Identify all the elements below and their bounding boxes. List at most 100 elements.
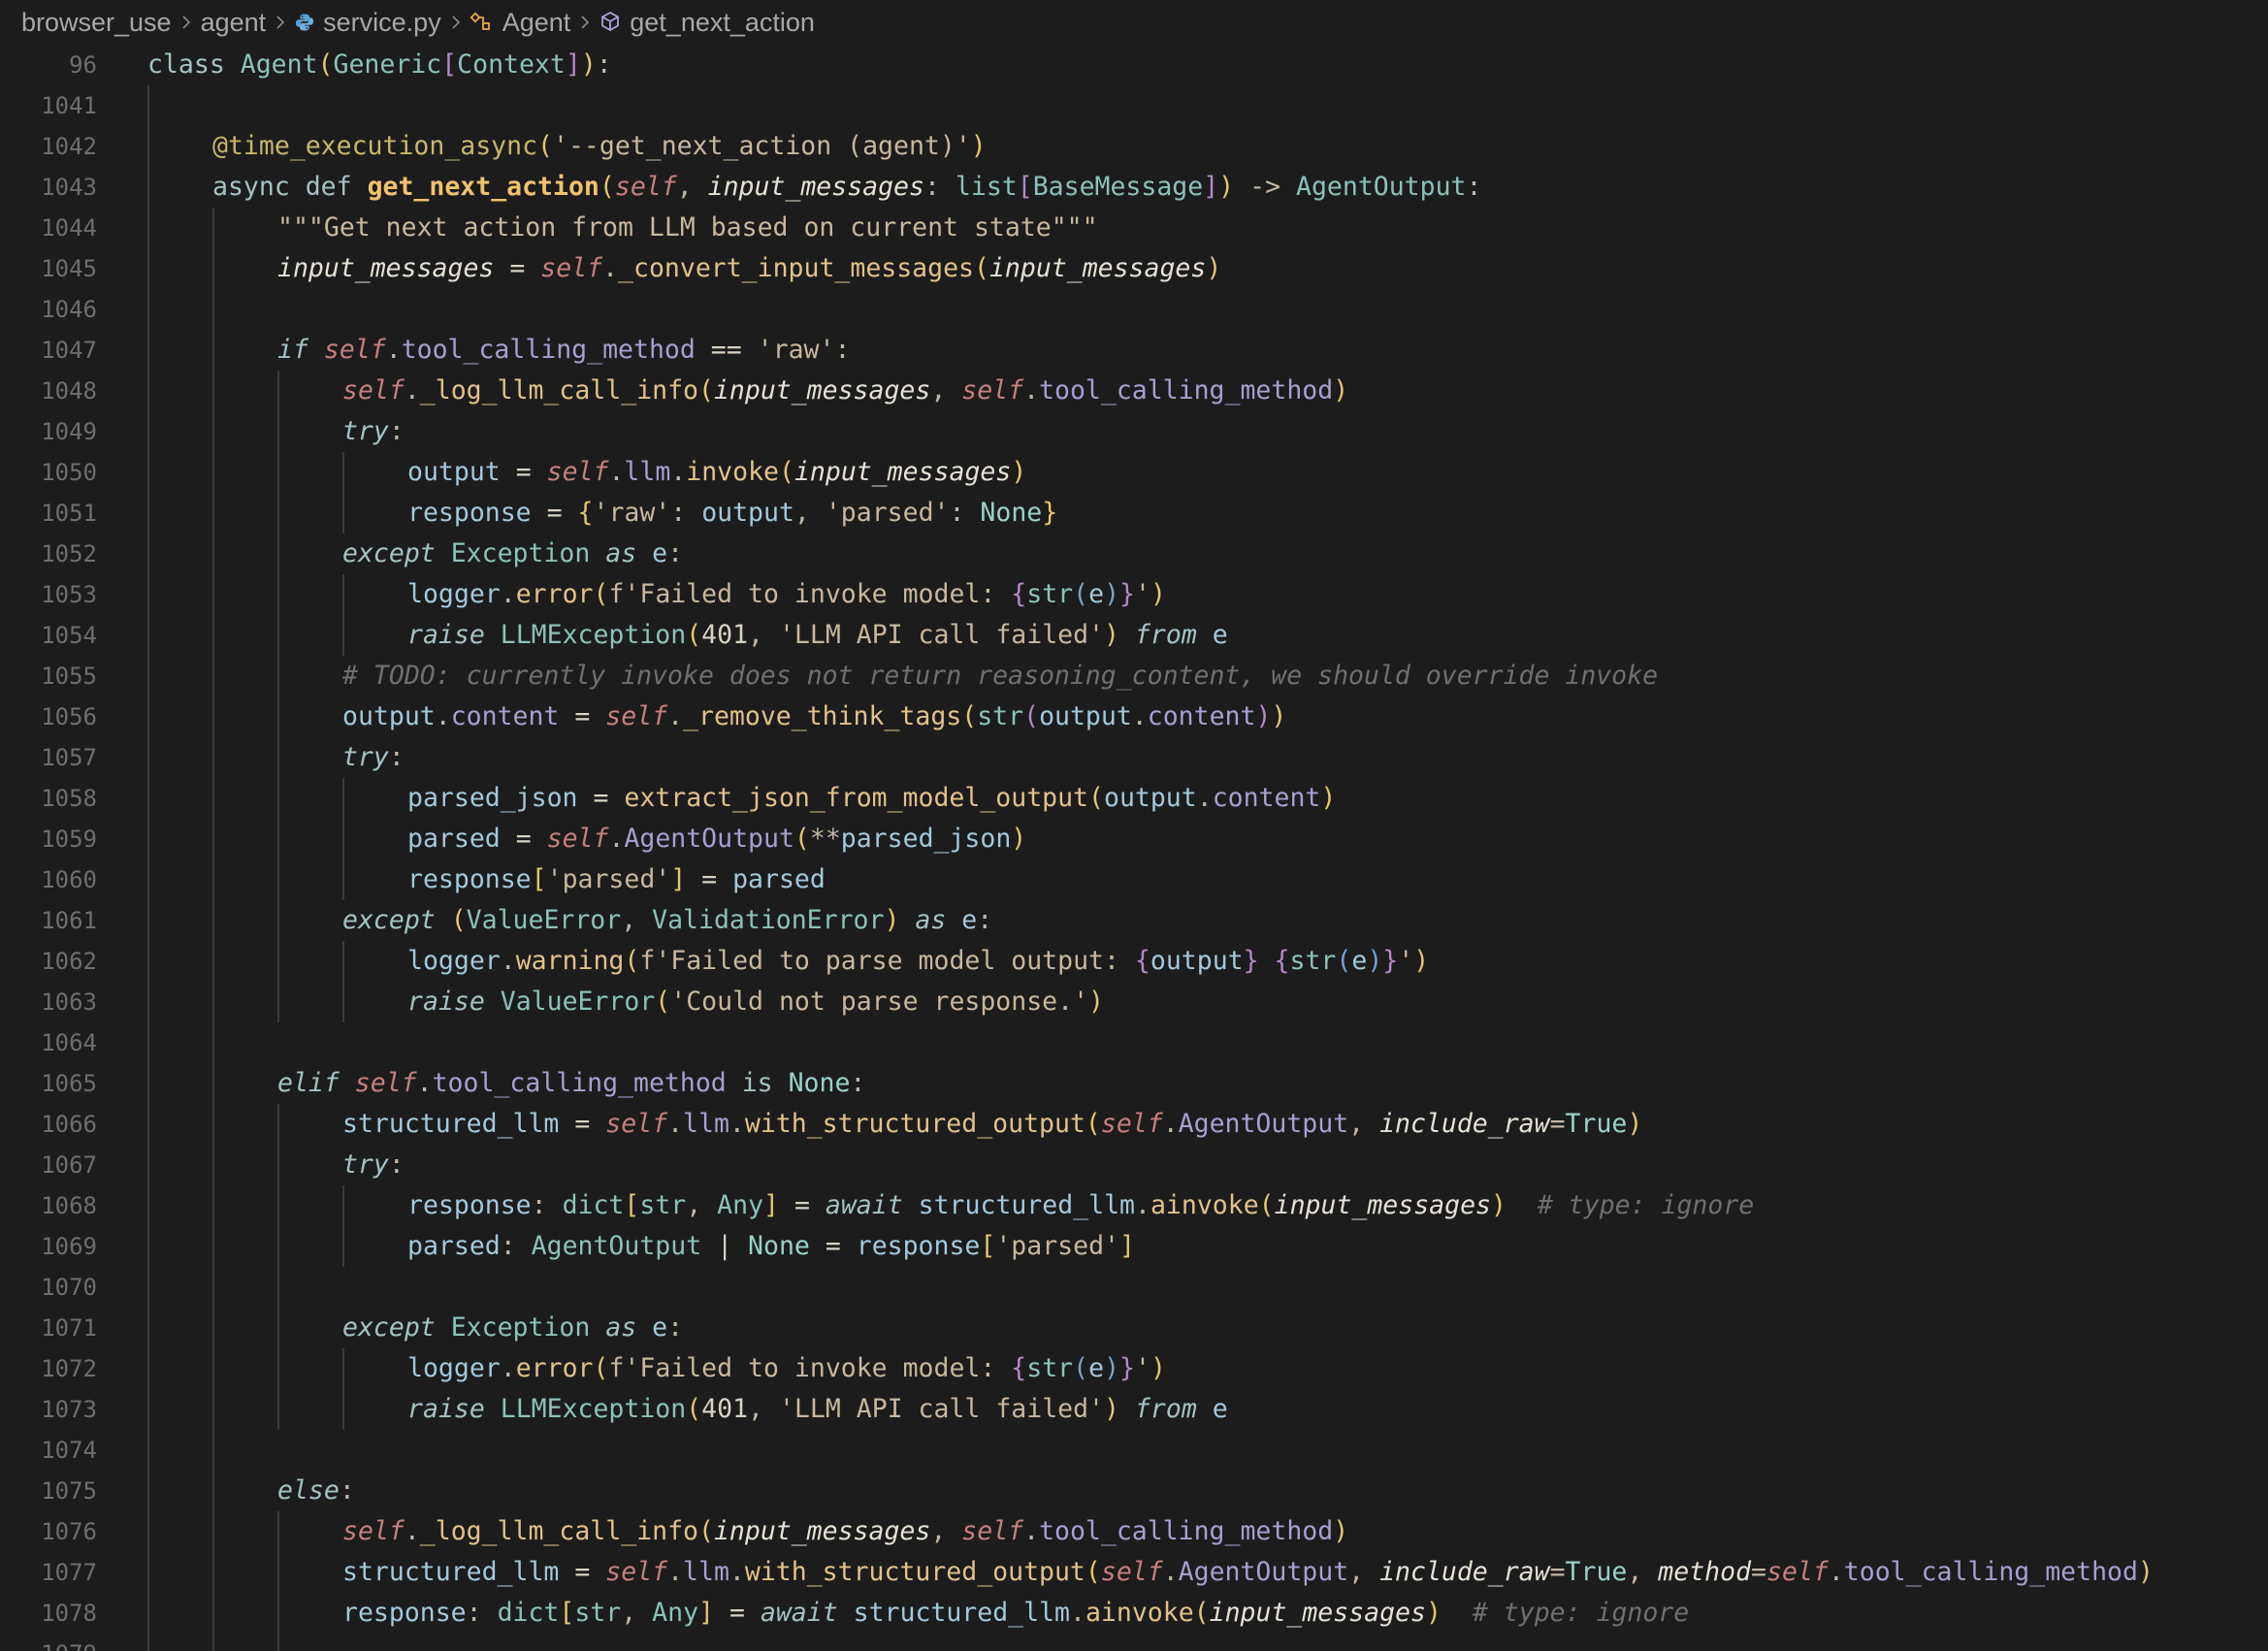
code-token: with_structured_output: [744, 1109, 1085, 1139]
code-line[interactable]: 1050 output = self.llm.invoke(input_messa…: [0, 452, 2268, 493]
code-line[interactable]: 1055 # TODO: currently invoke does not re…: [0, 656, 2268, 696]
code-token: :: [670, 498, 702, 528]
code-line[interactable]: 1066 structured_llm = self.llm.with_struc…: [0, 1104, 2268, 1145]
code-token: input_messages: [707, 172, 924, 202]
code-line[interactable]: 1044 """Get next action from LLM based on…: [0, 208, 2268, 248]
code-line[interactable]: 96 class Agent(Generic[Context]):: [0, 45, 2268, 85]
code-line[interactable]: 1069 parsed: AgentOutput | None = respons…: [0, 1226, 2268, 1267]
code-token: (: [1023, 701, 1040, 731]
indent-guide: [342, 574, 344, 615]
code-line[interactable]: 1067 try:: [0, 1145, 2268, 1185]
code-text: except Exception as e:: [342, 1308, 683, 1348]
code-text: self._log_llm_call_info(input_messages, …: [342, 371, 1348, 411]
code-line[interactable]: 1077 structured_llm = self.llm.with_struc…: [0, 1552, 2268, 1593]
indent-guide: [147, 330, 149, 371]
indent-guide: [212, 900, 214, 941]
code-line[interactable]: 1068 response: dict[str, Any] = await str…: [0, 1185, 2268, 1226]
code-token: llm: [683, 1557, 729, 1587]
code-text: async def get_next_action(self, input_me…: [212, 167, 1481, 208]
code-token: e: [1212, 1394, 1228, 1424]
code-line[interactable]: 1074: [0, 1430, 2268, 1471]
indent-guide: [342, 778, 344, 819]
code-token: =: [559, 701, 606, 731]
code-line[interactable]: 1064: [0, 1022, 2268, 1063]
code-line[interactable]: 1051 response = {'raw': output, 'parsed':…: [0, 493, 2268, 534]
code-text: response['parsed'] = parsed: [407, 859, 826, 900]
code-line[interactable]: 1053 logger.error(f'Failed to invoke mode…: [0, 574, 2268, 615]
indent-guide: [212, 1389, 214, 1430]
indent-guide: [147, 1022, 149, 1063]
code-line[interactable]: 1076 self._log_llm_call_info(input_messag…: [0, 1511, 2268, 1552]
indent-guide: [212, 941, 214, 982]
indent-guide: [277, 1511, 279, 1552]
code-token: self: [961, 375, 1024, 405]
code-line[interactable]: 1063 raise ValueError('Could not parse re…: [0, 982, 2268, 1022]
code-token: ]: [565, 49, 581, 80]
code-token: ): [1218, 172, 1235, 202]
code-line[interactable]: 1075 else:: [0, 1471, 2268, 1511]
breadcrumb-item-get-next-action[interactable]: get_next_action: [599, 8, 815, 38]
code-token: .: [608, 824, 625, 854]
code-token: # type: ignore: [1537, 1190, 1755, 1220]
code-line[interactable]: 1056 output.content = self._remove_think_…: [0, 696, 2268, 737]
code-line[interactable]: 1054 raise LLMException(401, 'LLM API cal…: [0, 615, 2268, 656]
code-line[interactable]: 1048 self._log_llm_call_info(input_messag…: [0, 371, 2268, 411]
code-token: .: [729, 1109, 745, 1139]
code-token: .: [416, 1068, 433, 1098]
code-token: (: [593, 1353, 609, 1383]
code-line[interactable]: 1043 async def get_next_action(self, inpu…: [0, 167, 2268, 208]
indent-guide: [212, 819, 214, 859]
code-line[interactable]: 1065 elif self.tool_calling_method is Non…: [0, 1063, 2268, 1104]
code-line[interactable]: 1061 except (ValueError, ValidationError)…: [0, 900, 2268, 941]
code-line[interactable]: 1071 except Exception as e:: [0, 1308, 2268, 1348]
line-number: 1066: [41, 1111, 97, 1138]
code-line[interactable]: 1057 try:: [0, 737, 2268, 778]
code-token: AgentOutput: [1178, 1557, 1349, 1587]
code-line[interactable]: 1042 @time_execution_async('--get_next_ac…: [0, 126, 2268, 167]
code-line[interactable]: 1079: [0, 1634, 2268, 1651]
code-text: logger.error(f'Failed to invoke model: {…: [407, 1348, 1166, 1389]
code-line[interactable]: 1047 if self.tool_calling_method == 'raw'…: [0, 330, 2268, 371]
code-line[interactable]: 1072 logger.error(f'Failed to invoke mode…: [0, 1348, 2268, 1389]
code-line[interactable]: 1049 try:: [0, 411, 2268, 452]
code-token: from: [1134, 1394, 1197, 1424]
code-token: error: [515, 1353, 594, 1383]
code-token: }: [1119, 579, 1135, 609]
indent-guide: [277, 493, 279, 534]
code-editor[interactable]: 96 class Agent(Generic[Context]): 1041 1042…: [0, 45, 2268, 1651]
code-text: input_messages = self._convert_input_mes…: [277, 248, 1221, 289]
code-token: ,: [621, 1598, 653, 1628]
code-line[interactable]: 1059 parsed = self.AgentOutput(**parsed_j…: [0, 819, 2268, 859]
code-text: response: dict[str, Any] = await structu…: [407, 1185, 1754, 1226]
code-token: ): [1491, 1190, 1507, 1220]
indent-guide: [147, 1308, 149, 1348]
code-token: :: [949, 498, 981, 528]
code-token: .: [667, 1109, 684, 1139]
code-line[interactable]: 1062 logger.warning(f'Failed to parse mod…: [0, 941, 2268, 982]
code-token: (: [961, 701, 978, 731]
code-line[interactable]: 1078 response: dict[str, Any] = await str…: [0, 1593, 2268, 1634]
code-line[interactable]: 1073 raise LLMException(401, 'LLM API cal…: [0, 1389, 2268, 1430]
code-token: [: [1017, 172, 1033, 202]
code-line[interactable]: 1060 response['parsed'] = parsed: [0, 859, 2268, 900]
code-token: .: [1070, 1598, 1085, 1628]
code-line[interactable]: 1045 input_messages = self._convert_input…: [0, 248, 2268, 289]
code-line[interactable]: 1070: [0, 1267, 2268, 1308]
indent-guide: [277, 371, 279, 411]
code-token: }: [1382, 946, 1399, 976]
breadcrumb-item-agent[interactable]: Agent: [470, 8, 570, 38]
code-token: =: [809, 1231, 857, 1261]
code-line[interactable]: 1046: [0, 289, 2268, 330]
breadcrumb-item-agent[interactable]: agent: [201, 8, 267, 38]
code-token: input_messages: [1209, 1598, 1426, 1628]
code-token: try: [342, 416, 389, 446]
code-line[interactable]: 1052 except Exception as e:: [0, 534, 2268, 574]
code-line[interactable]: 1058 parsed_json = extract_json_from_mode…: [0, 778, 2268, 819]
breadcrumb-item-service-py[interactable]: service.py: [295, 8, 441, 38]
code-token: 401: [701, 1394, 749, 1424]
code-line[interactable]: 1041: [0, 85, 2268, 126]
line-number: 1045: [41, 255, 97, 282]
breadcrumb-item-browser-use[interactable]: browser_use: [21, 8, 172, 38]
